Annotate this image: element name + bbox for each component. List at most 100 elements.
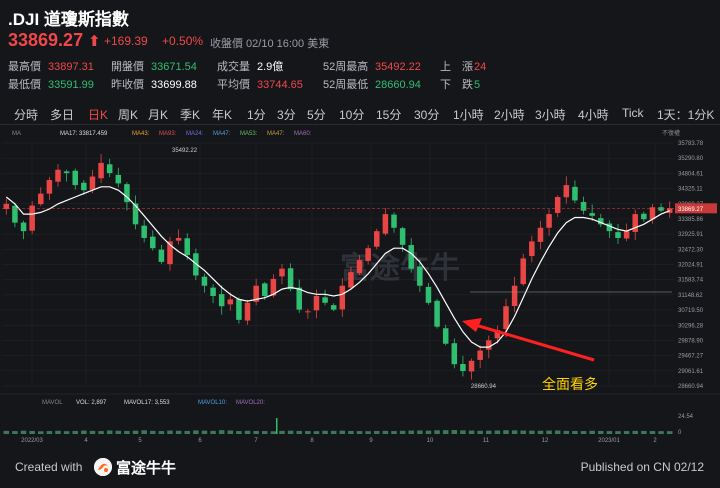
published-date: Published on CN 02/12 bbox=[580, 460, 704, 474]
tab-1[interactable]: 多日 bbox=[50, 106, 74, 123]
candle-body bbox=[106, 164, 113, 174]
volume-bar bbox=[468, 430, 475, 434]
candle-body bbox=[468, 360, 475, 372]
stat-label: 最高價 bbox=[8, 61, 41, 73]
volume-bar bbox=[580, 431, 587, 434]
candle-body bbox=[563, 185, 570, 198]
candle-body bbox=[572, 186, 578, 201]
y-tick-label: 33385.86 bbox=[678, 217, 704, 223]
x-tick-label: 8 bbox=[310, 438, 314, 444]
volume-bar bbox=[89, 430, 96, 434]
candle-body bbox=[451, 343, 458, 365]
x-tick-label: 2023/01 bbox=[598, 438, 620, 444]
tab-0[interactable]: 分時 bbox=[14, 106, 38, 123]
stat-label: 52周最低 bbox=[323, 79, 369, 91]
volume-bar bbox=[270, 431, 277, 434]
volume-bar bbox=[606, 431, 613, 434]
volume-bar bbox=[227, 430, 234, 434]
candle-body bbox=[132, 203, 139, 225]
stat-item: 下 跌5 bbox=[440, 76, 480, 92]
quote-header: .DJI 道瓊斯指數 33869.27 ⬆ +169.39 +0.50% 收盤價… bbox=[0, 0, 720, 98]
tab-16[interactable]: 4小時 bbox=[578, 106, 609, 123]
candle-body bbox=[348, 272, 354, 288]
tab-4[interactable]: 月K bbox=[148, 106, 168, 123]
candle-body bbox=[365, 248, 371, 261]
ma-indicator: MA24: bbox=[186, 131, 204, 137]
tab-14[interactable]: 2小時 bbox=[494, 106, 525, 123]
tab-6[interactable]: 年K bbox=[212, 106, 232, 123]
candle-body bbox=[55, 169, 61, 182]
volume-bar bbox=[3, 430, 10, 434]
stat-label: 最低價 bbox=[8, 79, 41, 91]
stat-item: 上 漲24 bbox=[440, 58, 486, 74]
volume-bar bbox=[175, 430, 182, 434]
candle-body bbox=[296, 287, 302, 310]
stat-label: 52周最高 bbox=[323, 61, 369, 73]
tab-5[interactable]: 季K bbox=[180, 106, 200, 123]
kline-chart[interactable]: MA MA17: 33817.459 MA43: MA93: MA24: MA47: MA5… bbox=[0, 125, 720, 448]
stat-value: 24 bbox=[474, 61, 487, 73]
volume-bar bbox=[641, 430, 647, 434]
candle-body bbox=[322, 297, 328, 303]
tab-17[interactable]: Tick bbox=[622, 106, 644, 120]
candle-body bbox=[201, 276, 208, 286]
volume-bar bbox=[572, 430, 578, 434]
stat-value: 33744.65 bbox=[257, 79, 303, 91]
candle-body bbox=[391, 214, 397, 228]
x-tick-label: 10 bbox=[427, 438, 434, 444]
volume-bar bbox=[460, 430, 466, 434]
tab-18[interactable]: 1天：1分K bbox=[657, 106, 714, 123]
volume-bar bbox=[98, 431, 104, 434]
candle-body bbox=[442, 328, 449, 344]
candle-body bbox=[382, 214, 389, 234]
annotation-text: 全面看多 bbox=[542, 376, 598, 392]
tab-2[interactable]: 日K bbox=[88, 106, 108, 123]
tab-7[interactable]: 1分 bbox=[247, 106, 266, 123]
volume-bar bbox=[529, 430, 535, 434]
volume-bar bbox=[141, 430, 147, 434]
x-tick-label: 6 bbox=[198, 438, 202, 444]
candle-body bbox=[666, 208, 673, 213]
stat-label: 下 跌 bbox=[440, 79, 473, 91]
x-tick-label: 11 bbox=[483, 438, 490, 444]
volume-bar bbox=[296, 430, 302, 434]
candle-body bbox=[503, 306, 509, 330]
stat-item: 最高價 33897.31 bbox=[8, 58, 94, 74]
volume-bar bbox=[63, 431, 70, 434]
tab-8[interactable]: 3分 bbox=[277, 106, 296, 123]
tab-12[interactable]: 30分 bbox=[414, 106, 439, 123]
high-annotation: 35492.22 bbox=[172, 148, 198, 154]
candle-body bbox=[615, 232, 621, 238]
stat-item: 開盤價 33671.54 bbox=[111, 58, 197, 74]
candle-body bbox=[425, 286, 432, 303]
tab-15[interactable]: 3小時 bbox=[535, 106, 566, 123]
candle-body bbox=[529, 241, 535, 257]
volume-bar bbox=[330, 430, 337, 434]
volume-bar bbox=[391, 431, 397, 434]
tab-13[interactable]: 1小時 bbox=[453, 106, 484, 123]
tab-3[interactable]: 周K bbox=[118, 106, 138, 123]
stat-label: 平均價 bbox=[217, 79, 250, 91]
candle-body bbox=[72, 170, 78, 186]
tab-9[interactable]: 5分 bbox=[307, 106, 326, 123]
last-price: 33869.27 bbox=[8, 30, 84, 50]
stat-label: 昨收價 bbox=[111, 79, 144, 91]
tab-10[interactable]: 10分 bbox=[339, 106, 364, 123]
volume-bar bbox=[184, 430, 190, 434]
candle-body bbox=[399, 228, 406, 245]
candle-body bbox=[227, 299, 234, 305]
volume-bar bbox=[236, 431, 242, 434]
tab-11[interactable]: 15分 bbox=[376, 106, 401, 123]
created-with-text: Created with bbox=[15, 460, 83, 474]
footer: Created with 富途牛牛 Published on CN 02/12 bbox=[0, 448, 720, 488]
volume-bar bbox=[106, 430, 113, 434]
candle-body bbox=[520, 258, 526, 285]
stat-value: 28660.94 bbox=[375, 79, 421, 91]
stat-value: 2.9億 bbox=[257, 61, 284, 73]
candle-body bbox=[417, 266, 423, 286]
volume-bar bbox=[382, 430, 389, 434]
stat-item: 平均價 33744.65 bbox=[217, 76, 303, 92]
x-tick-label: 12 bbox=[542, 438, 549, 444]
volume-bar bbox=[511, 430, 518, 434]
ma-indicator: MA93: bbox=[159, 131, 177, 137]
